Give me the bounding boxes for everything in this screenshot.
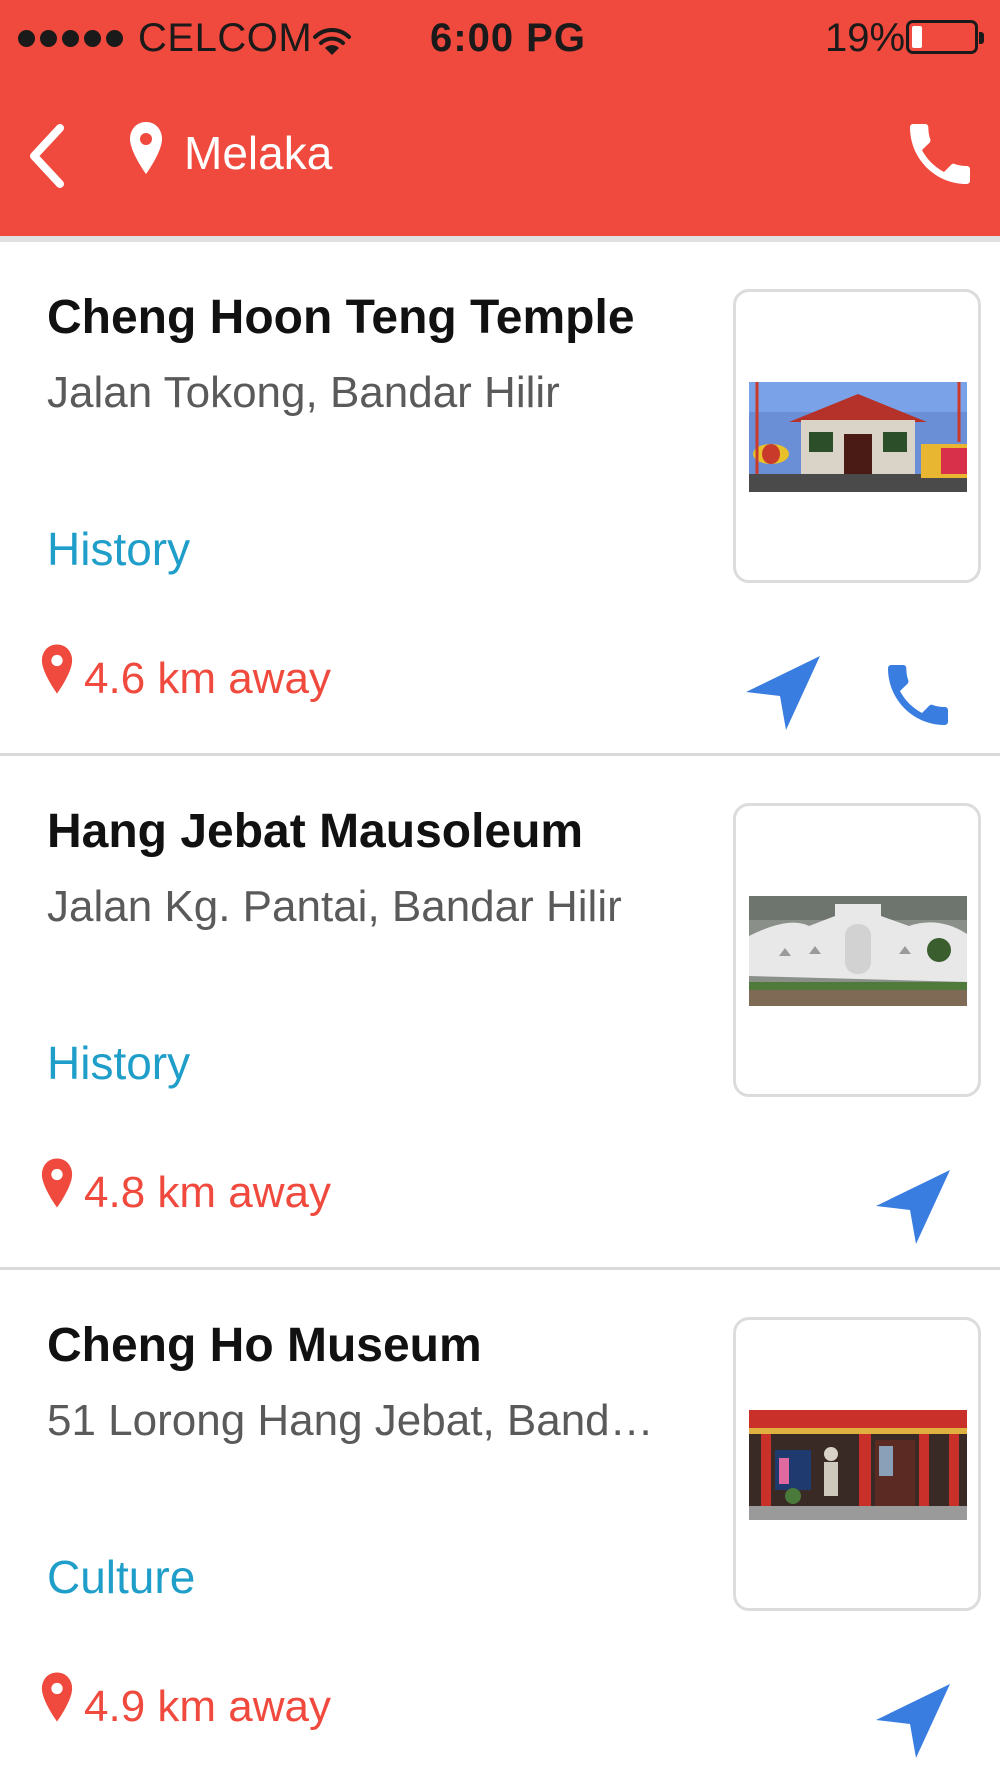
directions-button[interactable]: [740, 650, 826, 736]
navigation-arrow-icon: [746, 656, 820, 730]
phone-icon: [910, 124, 970, 184]
distance-pin-icon: [40, 1156, 74, 1215]
phone-icon: [888, 665, 948, 725]
place-card[interactable]: Cheng Ho Museum 51 Lorong Hang Jebat, Ba…: [0, 1270, 1000, 1778]
wifi-icon: [313, 22, 351, 67]
navigation-arrow-icon: [876, 1170, 950, 1244]
distance-pin-icon: [40, 642, 74, 701]
place-category[interactable]: History: [47, 1036, 190, 1090]
location-title[interactable]: Melaka: [184, 126, 332, 180]
place-thumbnail[interactable]: [733, 1317, 981, 1611]
status-bar: CELCOM 6:00 PG 19%: [0, 0, 1000, 80]
distance-pin-icon: [40, 1670, 74, 1729]
back-button[interactable]: [20, 116, 80, 196]
battery-percentage: 19%: [825, 16, 906, 60]
map-pin-icon: [128, 120, 164, 181]
call-place-button[interactable]: [878, 652, 958, 738]
battery-icon: [906, 20, 984, 54]
place-thumbnail[interactable]: [733, 289, 981, 583]
navigation-arrow-icon: [876, 1684, 950, 1758]
chevron-left-icon: [30, 124, 64, 188]
carrier-name: CELCOM: [138, 16, 313, 60]
mausoleum-photo: [749, 896, 967, 1006]
place-address: Jalan Tokong, Bandar Hilir: [47, 368, 560, 417]
place-card[interactable]: Cheng Hoon Teng Temple Jalan Tokong, Ban…: [0, 242, 1000, 756]
place-address: 51 Lorong Hang Jebat, Bandar ...: [47, 1396, 667, 1445]
place-distance: 4.9 km away: [84, 1682, 331, 1731]
place-name: Cheng Ho Museum: [47, 1319, 482, 1372]
place-name: Cheng Hoon Teng Temple: [47, 291, 635, 344]
place-address: Jalan Kg. Pantai, Bandar Hilir: [47, 882, 622, 931]
place-category[interactable]: History: [47, 522, 190, 576]
place-name: Hang Jebat Mausoleum: [47, 805, 584, 858]
status-time: 6:00 PG: [430, 16, 586, 60]
place-distance: 4.8 km away: [84, 1168, 331, 1217]
place-distance: 4.6 km away: [84, 654, 331, 703]
museum-photo: [749, 1410, 967, 1520]
app-header: CELCOM 6:00 PG 19% Melaka: [0, 0, 1000, 236]
temple-photo: [749, 382, 967, 492]
directions-button[interactable]: [870, 1678, 956, 1764]
directions-button[interactable]: [870, 1164, 956, 1250]
place-card[interactable]: Hang Jebat Mausoleum Jalan Kg. Pantai, B…: [0, 756, 1000, 1270]
signal-strength-icon: [18, 30, 123, 47]
place-thumbnail[interactable]: [733, 803, 981, 1097]
place-category[interactable]: Culture: [47, 1550, 195, 1604]
header-call-button[interactable]: [900, 112, 980, 196]
